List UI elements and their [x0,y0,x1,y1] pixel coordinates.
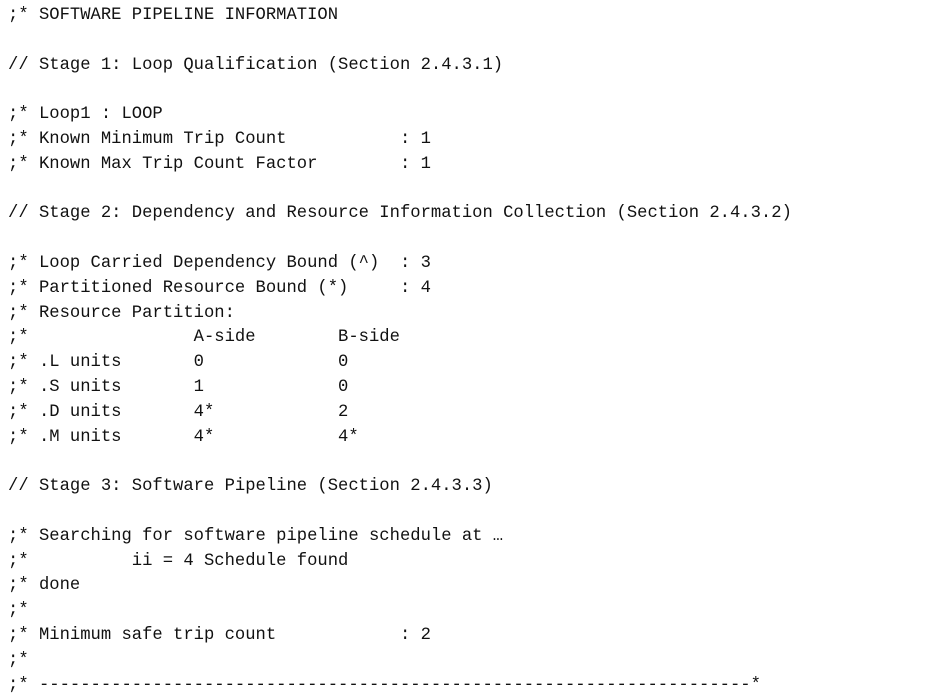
listing-line: ;* done [8,576,81,596]
listing-blank-line [8,227,942,252]
listing-line: ;* [8,650,29,670]
listing-blank-line [8,78,942,103]
listing-key-value-line: ;* Resource Partition: [8,303,235,323]
listing-key-value-line: ;* Minimum safe trip count : 2 [8,625,431,645]
listing-blank-line [8,450,942,475]
resource-table-row-line: ;* .S units 1 0 [8,377,349,397]
listing-key-value-line: ;* Loop1 : LOOP [8,105,163,125]
stage-heading-line: // Stage 3: Software Pipeline (Section 2… [8,477,493,497]
listing-line: ;* ii = 4 Schedule found [8,551,349,571]
resource-table-header-line: ;* A-side B-side [8,328,400,348]
stage-heading-line: // Stage 1: Loop Qualification (Section … [8,55,504,75]
listing-blank-line [8,29,942,54]
resource-table-row-line: ;* .D units 4* 2 [8,402,349,422]
listing-line: ;* [8,601,29,621]
listing-key-value-line: ;* Loop Carried Dependency Bound (^) : 3 [8,253,431,273]
listing-title-line: ;* SOFTWARE PIPELINE INFORMATION [8,6,339,25]
listing-blank-line [8,500,942,525]
listing-key-value-line: ;* Known Max Trip Count Factor : 1 [8,154,431,174]
listing-rule-line: ;* -------------------------------------… [8,675,761,695]
resource-table-row-line: ;* .L units 0 0 [8,353,349,373]
listing-key-value-line: ;* Partitioned Resource Bound (*) : 4 [8,278,431,298]
listing-key-value-line: ;* Known Minimum Trip Count : 1 [8,129,431,149]
listing-line: ;* Searching for software pipeline sched… [8,526,504,546]
listing-blank-line [8,178,942,203]
resource-table-row-line: ;* .M units 4* 4* [8,427,359,447]
software-pipeline-info-listing: ;* SOFTWARE PIPELINE INFORMATION // Stag… [0,0,942,698]
stage-heading-line: // Stage 2: Dependency and Resource Info… [8,204,792,224]
